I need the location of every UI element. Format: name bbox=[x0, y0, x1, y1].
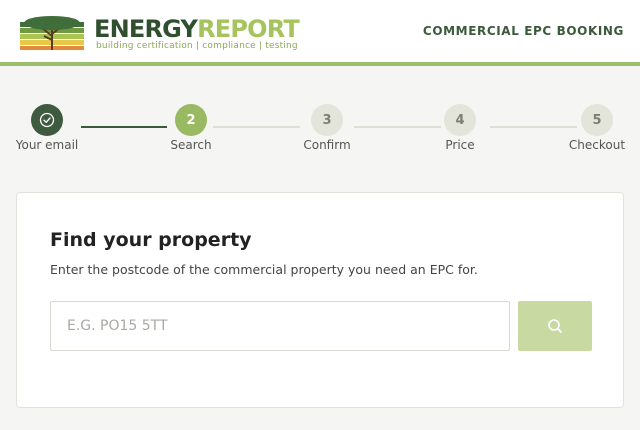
find-property-card: Find your property Enter the postcode of… bbox=[16, 192, 624, 408]
step-2-label: Search bbox=[170, 138, 212, 152]
card-title: Find your property bbox=[50, 229, 252, 251]
step-connector bbox=[81, 126, 167, 128]
step-3-confirm: 3 bbox=[311, 104, 343, 136]
step-3-label: Confirm bbox=[303, 138, 351, 152]
tree-logo-icon bbox=[20, 16, 84, 50]
logo-word-energy: ENERGY bbox=[94, 15, 198, 43]
site-header: ENERGYREPORT building certification | co… bbox=[0, 0, 640, 66]
logo-word-report: REPORT bbox=[197, 15, 300, 43]
step-5-checkout: 5 bbox=[581, 104, 613, 136]
page-title: COMMERCIAL EPC BOOKING bbox=[422, 24, 624, 38]
step-1-label: Your email bbox=[15, 138, 79, 152]
step-4-label: Price bbox=[445, 138, 475, 152]
step-2-search[interactable]: 2 bbox=[175, 104, 207, 136]
booking-progress-stepper: Your email 2 Search 3 Confirm 4 Price 5 … bbox=[0, 100, 640, 160]
step-5-label: Checkout bbox=[568, 138, 626, 152]
step-4-price: 4 bbox=[444, 104, 476, 136]
step-connector bbox=[490, 126, 577, 128]
logo-tagline: building certification | compliance | te… bbox=[96, 41, 298, 51]
card-subtitle: Enter the postcode of the commercial pro… bbox=[50, 262, 478, 277]
logo-wordmark: ENERGYREPORT bbox=[94, 15, 300, 43]
step-1-your-email[interactable] bbox=[31, 104, 63, 136]
step-connector bbox=[213, 126, 300, 128]
step-connector bbox=[354, 126, 441, 128]
search-button[interactable] bbox=[518, 301, 592, 351]
search-icon bbox=[548, 319, 562, 333]
check-icon bbox=[39, 112, 55, 128]
postcode-input[interactable] bbox=[50, 301, 510, 351]
energy-report-logo[interactable]: ENERGYREPORT building certification | co… bbox=[18, 14, 300, 56]
